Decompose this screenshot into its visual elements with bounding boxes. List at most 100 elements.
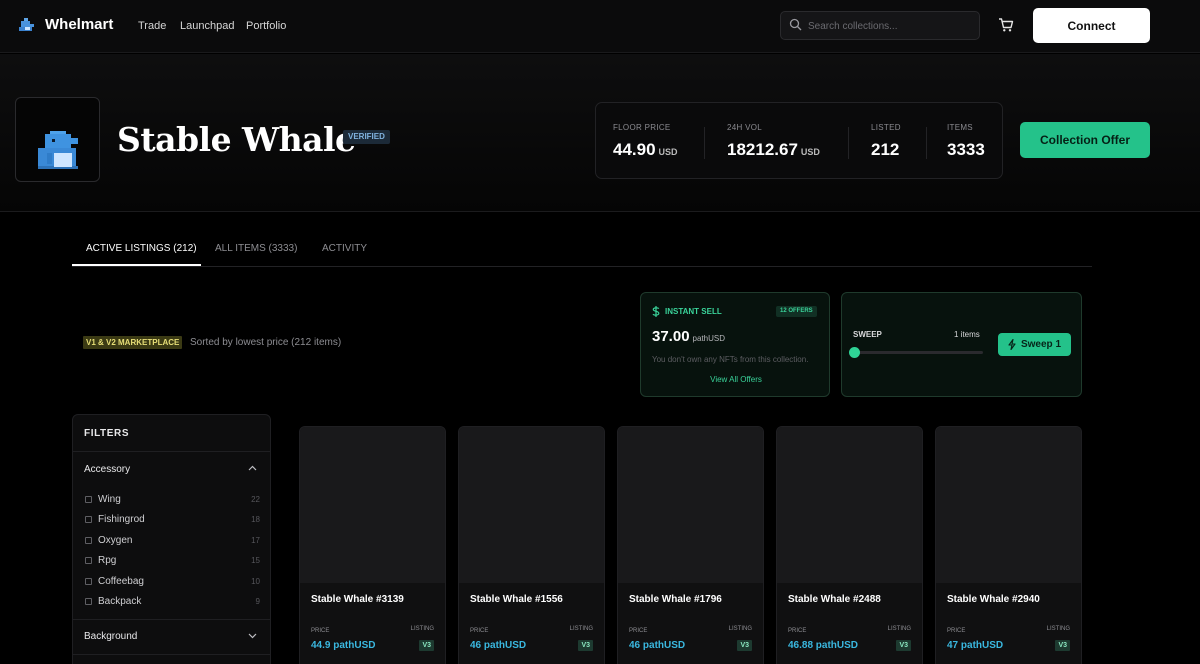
- view-all-offers-link[interactable]: View All Offers: [641, 375, 831, 384]
- search-icon: [789, 18, 802, 31]
- collection-header: Stable Whale VERIFIED FLOOR PRICE 44.90 U…: [0, 54, 1200, 212]
- filters-divider: [73, 654, 270, 655]
- listing-card[interactable]: Stable Whale #3139 PRICE LISTING 44.9 pa…: [299, 426, 446, 664]
- listing-card[interactable]: Stable Whale #1556 PRICE LISTING 46 path…: [458, 426, 605, 664]
- filter-option-backpack[interactable]: Backpack 9: [84, 596, 260, 610]
- filter-option-label: Rpg: [98, 555, 117, 566]
- instant-sell-title: INSTANT SELL: [665, 307, 722, 316]
- listing-name: Stable Whale #3139: [311, 594, 404, 605]
- listing-version-badge: V3: [737, 640, 752, 651]
- listing-card[interactable]: Stable Whale #2940 PRICE LISTING 47 path…: [935, 426, 1082, 664]
- sweep-slider-track[interactable]: [853, 351, 983, 354]
- stat-value-floor: 44.90 USD: [613, 140, 678, 159]
- connect-button[interactable]: Connect: [1033, 8, 1150, 43]
- search-box[interactable]: [780, 11, 980, 40]
- nav-link-portfolio[interactable]: Portfolio: [246, 20, 286, 32]
- listing-version-badge: V3: [419, 640, 434, 651]
- filter-option-label: Coffeebag: [98, 576, 144, 587]
- listing-version-badge: V3: [896, 640, 911, 651]
- listing-price: 46.88 pathUSD: [788, 640, 859, 651]
- listing-label: LISTING: [569, 626, 593, 632]
- filter-option-count: 10: [251, 577, 260, 586]
- sweep-slider-thumb[interactable]: [849, 347, 860, 358]
- tab-activity[interactable]: ACTIVITY: [322, 243, 367, 254]
- verified-badge: VERIFIED: [343, 130, 390, 144]
- search-input[interactable]: [808, 17, 973, 35]
- filter-option-label: Fishingrod: [98, 514, 145, 525]
- nft-image-placeholder: [777, 427, 922, 583]
- filter-option-oxygen[interactable]: Oxygen 17: [84, 535, 260, 549]
- instant-sell-price: 37.00 pathUSD: [652, 328, 726, 345]
- filter-checkbox[interactable]: [85, 496, 92, 503]
- filter-group-label[interactable]: Background: [84, 631, 137, 642]
- offers-count-badge: 12 OFFERS: [776, 306, 817, 317]
- filters-divider: [73, 619, 270, 620]
- filter-checkbox[interactable]: [85, 516, 92, 523]
- filter-checkbox[interactable]: [85, 537, 92, 544]
- brand-logo[interactable]: Whelmart: [18, 16, 113, 33]
- cart-icon[interactable]: [998, 17, 1014, 33]
- whale-logo-icon: [19, 17, 34, 31]
- collection-offer-button[interactable]: Collection Offer: [1020, 122, 1150, 158]
- filters-panel: FILTERS Accessory Wing 22 Fishingrod 18 …: [72, 414, 271, 664]
- filters-divider: [73, 451, 270, 452]
- nft-image-placeholder: [618, 427, 763, 583]
- stat-value-volume: 18212.67 USD: [727, 140, 820, 159]
- stat-label-floor: FLOOR PRICE: [613, 123, 671, 132]
- filter-option-count: 15: [251, 556, 260, 565]
- collection-title: Stable Whale: [117, 120, 356, 159]
- collection-stats: FLOOR PRICE 44.90 USD 24H VOL 18212.67 USD…: [595, 102, 1003, 179]
- instant-sell-header: INSTANT SELL: [652, 306, 722, 317]
- filter-option-rpg[interactable]: Rpg 15: [84, 555, 260, 569]
- price-label: PRICE: [947, 628, 966, 634]
- filter-option-coffeebag[interactable]: Coffeebag 10: [84, 576, 260, 590]
- price-label: PRICE: [788, 628, 807, 634]
- listing-version-badge: V3: [1055, 640, 1070, 651]
- sweep-panel: SWEEP 1 items Sweep 1: [841, 292, 1082, 397]
- top-nav: Whelmart Trade Launchpad Portfolio Conne…: [0, 0, 1200, 53]
- listing-name: Stable Whale #2940: [947, 594, 1040, 605]
- instant-sell-panel: INSTANT SELL 12 OFFERS 37.00 pathUSD You …: [640, 292, 830, 397]
- chevron-down-icon[interactable]: [248, 633, 257, 639]
- nft-image-placeholder: [300, 427, 445, 583]
- stat-value-items: 3333: [947, 140, 985, 159]
- nav-link-launchpad[interactable]: Launchpad: [180, 20, 234, 32]
- sweep-button[interactable]: Sweep 1: [998, 333, 1071, 356]
- sweep-count: 1 items: [954, 330, 980, 339]
- filter-option-count: 22: [251, 495, 260, 504]
- sweep-label: SWEEP: [853, 330, 882, 339]
- nav-link-trade[interactable]: Trade: [138, 20, 166, 32]
- listing-card[interactable]: Stable Whale #1796 PRICE LISTING 46 path…: [617, 426, 764, 664]
- brand-name: Whelmart: [45, 16, 114, 33]
- tab-active-listings[interactable]: ACTIVE LISTINGS (212): [86, 243, 197, 254]
- listing-name: Stable Whale #2488: [788, 594, 881, 605]
- filter-option-fishingrod[interactable]: Fishingrod 18: [84, 514, 260, 528]
- filters-title: FILTERS: [84, 428, 130, 439]
- listing-price: 47 pathUSD: [947, 640, 1004, 651]
- listing-name: Stable Whale #1556: [470, 594, 563, 605]
- filter-checkbox[interactable]: [85, 557, 92, 564]
- sort-description: Sorted by lowest price (212 items): [190, 337, 342, 348]
- stat-divider: [704, 127, 705, 159]
- chevron-up-icon[interactable]: [248, 465, 257, 471]
- nft-image-placeholder: [936, 427, 1081, 583]
- filter-checkbox[interactable]: [85, 598, 92, 605]
- stat-unit-volume: USD: [800, 147, 820, 157]
- lightning-icon: [1008, 339, 1016, 350]
- stat-unit-floor: USD: [658, 147, 678, 157]
- sweep-button-label: Sweep 1: [1020, 339, 1062, 350]
- collection-avatar: [15, 97, 100, 182]
- filter-option-wing[interactable]: Wing 22: [84, 494, 260, 508]
- instant-sell-unit: pathUSD: [692, 334, 726, 343]
- price-label: PRICE: [311, 628, 330, 634]
- stat-divider: [848, 127, 849, 159]
- filter-group-label[interactable]: Accessory: [84, 464, 130, 475]
- filter-checkbox[interactable]: [85, 578, 92, 585]
- marketplace-badge: V1 & V2 MARKETPLACE: [83, 336, 183, 349]
- listing-card[interactable]: Stable Whale #2488 PRICE LISTING 46.88 p…: [776, 426, 923, 664]
- filter-option-label: Wing: [98, 494, 121, 505]
- tab-all-items[interactable]: ALL ITEMS (3333): [215, 243, 297, 254]
- filter-option-count: 9: [255, 597, 260, 606]
- stat-divider: [926, 127, 927, 159]
- listing-label: LISTING: [410, 626, 434, 632]
